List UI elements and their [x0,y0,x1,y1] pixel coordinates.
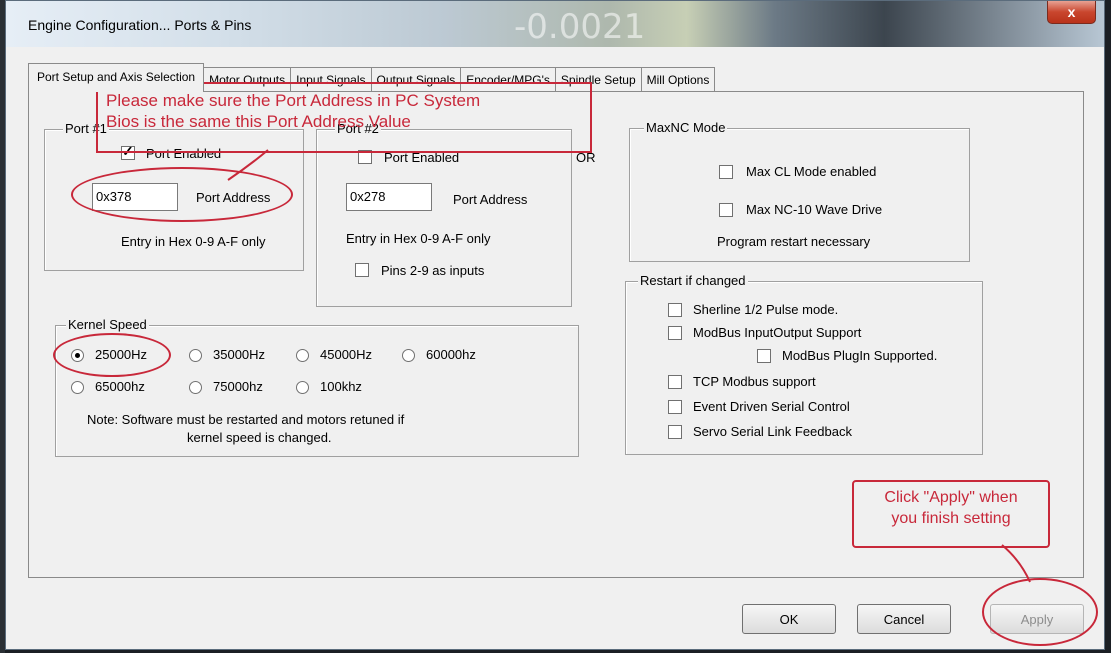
callout-pointer-apply [1001,544,1031,583]
annotation-overlay [227,149,1031,583]
apply-callout: Click "Apply" when you finish setting [852,480,1050,548]
tab-port-setup[interactable]: Port Setup and Axis Selection [28,63,205,92]
apply-callout-line1: Click "Apply" when [884,489,1018,506]
apply-highlight-circle [982,578,1098,646]
kernel-speed-highlight-circle [53,333,171,377]
apply-callout-line2: you finish setting [891,510,1011,527]
port-address-highlight-circle [71,167,293,222]
